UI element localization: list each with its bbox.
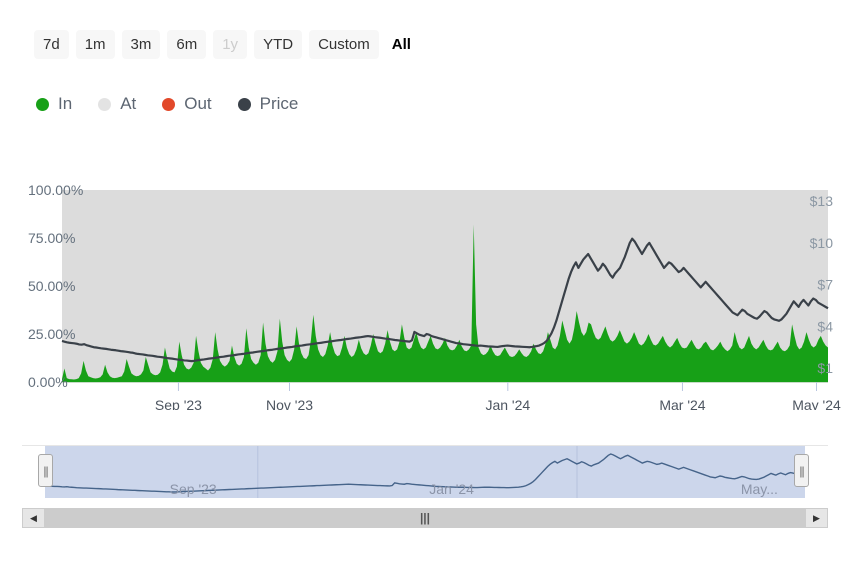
- range-button-6m[interactable]: 6m: [167, 30, 207, 59]
- handle-grip-icon: ||: [799, 463, 804, 478]
- chart-plot[interactable]: 0.00% 25.00% 50.00% 75.00% 100.00% $1 $4 $7 $10…: [0, 160, 850, 410]
- navigator-handle-left[interactable]: ||: [38, 454, 53, 487]
- legend-dot-icon: [98, 97, 112, 111]
- y-axis-right-tick: $7: [817, 277, 833, 293]
- legend-dot-icon: [162, 97, 176, 111]
- thumb-grip-icon: |||: [419, 511, 431, 525]
- navigator-x-tick: Sep '23: [170, 481, 217, 497]
- legend-item-at[interactable]: At: [98, 94, 136, 114]
- x-axis-tick: Nov '23: [266, 397, 313, 410]
- legend-label-in: In: [58, 94, 73, 113]
- scrollbar-right-button[interactable]: ▶: [805, 508, 828, 528]
- legend-item-price[interactable]: Price: [237, 94, 299, 114]
- arrow-right-icon: ▶: [813, 512, 820, 523]
- x-axis-tick: Sep '23: [155, 397, 202, 410]
- chart-legend: In At Out Price: [36, 94, 298, 114]
- x-axis-line: [62, 382, 828, 391]
- range-button-3m[interactable]: 3m: [121, 30, 161, 59]
- x-axis-tick: Mar '24: [659, 397, 705, 410]
- navigator-plot[interactable]: Sep '23 Jan '24 May...: [22, 440, 828, 502]
- range-selector[interactable]: 7d 1m 3m 6m 1y YTD Custom All: [34, 30, 417, 59]
- y-axis-left-tick: 50.00%: [28, 278, 75, 294]
- range-button-all[interactable]: All: [386, 30, 417, 59]
- range-button-1m[interactable]: 1m: [75, 30, 115, 59]
- chart-series-group: [61, 190, 829, 382]
- range-button-custom[interactable]: Custom: [309, 30, 379, 59]
- main-chart[interactable]: 0.00% 25.00% 50.00% 75.00% 100.00% $1 $4 $7 $10…: [0, 160, 850, 410]
- y-axis-left-tick: 0.00%: [28, 374, 68, 390]
- legend-item-out[interactable]: Out: [162, 94, 212, 114]
- chart-navigator[interactable]: Sep '23 Jan '24 May... || ||: [22, 440, 828, 502]
- navigator-x-tick: Jan '24: [429, 481, 474, 497]
- legend-label-price: Price: [259, 94, 299, 113]
- x-axis-tick: Jan '24: [485, 397, 530, 410]
- legend-label-at: At: [120, 94, 137, 113]
- arrow-left-icon: ◀: [30, 512, 37, 523]
- y-axis-left-tick: 100.00%: [28, 182, 83, 198]
- y-axis-right-tick: $13: [810, 193, 834, 209]
- y-axis-right-tick: $10: [810, 235, 834, 251]
- navigator-selection[interactable]: [45, 446, 805, 498]
- y-axis-right-tick: $4: [817, 318, 833, 334]
- navigator-x-tick: May...: [741, 481, 778, 497]
- range-button-1y: 1y: [213, 30, 248, 59]
- scrollbar-left-button[interactable]: ◀: [22, 508, 45, 528]
- range-button-ytd[interactable]: YTD: [254, 30, 303, 59]
- x-axis-labels: Sep '23 Nov '23 Jan '24 Mar '24 May '24: [155, 397, 841, 410]
- handle-grip-icon: ||: [43, 463, 48, 478]
- navigator-handle-right[interactable]: ||: [794, 454, 809, 487]
- legend-label-out: Out: [184, 94, 212, 113]
- chart-scrollbar[interactable]: ◀ ||| ▶: [22, 508, 828, 528]
- scrollbar-track[interactable]: |||: [45, 508, 805, 528]
- legend-dot-icon: [237, 97, 251, 111]
- legend-dot-icon: [36, 97, 49, 111]
- legend-item-in[interactable]: In: [36, 94, 72, 114]
- scrollbar-thumb[interactable]: |||: [45, 509, 805, 527]
- range-button-7d[interactable]: 7d: [34, 30, 69, 59]
- y-axis-left-tick: 25.00%: [28, 326, 75, 342]
- x-axis-tick: May '24: [792, 397, 841, 410]
- y-axis-left-tick: 75.00%: [28, 230, 75, 246]
- y-axis-right-tick: $1: [817, 360, 833, 376]
